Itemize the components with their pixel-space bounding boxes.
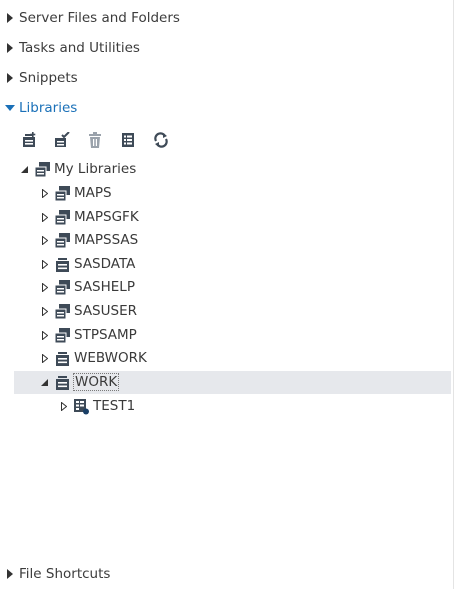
readonly-library-icon — [53, 278, 71, 296]
library-icon — [53, 349, 71, 367]
collapsed-triangle-icon[interactable] — [39, 347, 50, 369]
collapsed-triangle-icon[interactable] — [39, 182, 50, 204]
readonly-library-icon — [53, 231, 71, 249]
tree-item-library[interactable]: MAPSSAS — [39, 229, 138, 251]
expanded-triangle-icon[interactable] — [39, 371, 50, 393]
caret-right-icon — [0, 13, 19, 23]
section-label: Libraries — [19, 100, 78, 116]
tree-item-library[interactable]: SASDATA — [39, 253, 135, 275]
caret-down-icon — [0, 105, 19, 111]
tree-item-library[interactable]: WORK — [39, 371, 120, 393]
tree-item-label: MAPSGFK — [74, 209, 139, 225]
collapsed-triangle-icon[interactable] — [39, 324, 50, 346]
section-file-shortcuts[interactable]: File Shortcuts — [0, 559, 110, 589]
navigation-panel: Server Files and Folders Tasks and Utili… — [0, 0, 454, 589]
refresh-icon[interactable] — [151, 130, 171, 150]
library-properties-icon[interactable] — [52, 130, 72, 150]
tree-item-library[interactable]: STPSAMP — [39, 324, 137, 346]
section-label: File Shortcuts — [19, 566, 111, 582]
table-icon — [72, 397, 90, 415]
section-server-files[interactable]: Server Files and Folders — [0, 3, 180, 33]
section-snippets[interactable]: Snippets — [0, 63, 78, 93]
tree-item-library[interactable]: MAPS — [39, 182, 112, 204]
caret-right-icon — [0, 569, 19, 579]
section-tasks-utilities[interactable]: Tasks and Utilities — [0, 33, 140, 63]
collapsed-triangle-icon[interactable] — [39, 206, 50, 228]
new-library-icon[interactable] — [19, 130, 39, 150]
section-libraries[interactable]: Libraries — [0, 93, 77, 123]
libraries-toolbar — [19, 130, 184, 150]
readonly-library-icon — [53, 184, 71, 202]
tree-item-label: MAPSSAS — [74, 232, 139, 248]
tree-item-label: SASUSER — [74, 303, 137, 319]
collapsed-triangle-icon[interactable] — [39, 300, 50, 322]
tree-item-label: My Libraries — [54, 161, 137, 177]
tree-item-label: WEBWORK — [74, 350, 147, 366]
tree-item-label: SASHELP — [74, 279, 135, 295]
expanded-triangle-icon[interactable] — [19, 158, 30, 180]
view-columns-icon[interactable] — [118, 130, 138, 150]
readonly-library-icon — [53, 302, 71, 320]
section-label: Tasks and Utilities — [19, 40, 140, 56]
section-label: Snippets — [19, 70, 78, 86]
readonly-library-icon — [53, 208, 71, 226]
tree-item-library[interactable]: SASUSER — [39, 300, 137, 322]
delete-icon[interactable] — [85, 130, 105, 150]
section-label: Server Files and Folders — [19, 10, 180, 26]
collapsed-triangle-icon[interactable] — [39, 253, 50, 275]
library-icon — [53, 373, 71, 391]
libraries-icon — [33, 160, 51, 178]
tree-item-my-libraries[interactable]: My Libraries — [19, 158, 136, 180]
tree-item-label: STPSAMP — [74, 327, 137, 343]
collapsed-triangle-icon[interactable] — [39, 229, 50, 251]
tree-item-test1[interactable]: TEST1 — [58, 395, 135, 417]
collapsed-triangle-icon[interactable] — [39, 276, 50, 298]
tree-item-label: WORK — [72, 373, 120, 391]
tree-item-label: SASDATA — [74, 256, 136, 272]
tree-item-label: TEST1 — [93, 398, 136, 414]
tree-item-library[interactable]: SASHELP — [39, 276, 135, 298]
library-icon — [53, 255, 71, 273]
tree-item-library[interactable]: MAPSGFK — [39, 206, 139, 228]
readonly-library-icon — [53, 326, 71, 344]
tree-item-label: MAPS — [74, 185, 112, 201]
collapsed-triangle-icon[interactable] — [58, 395, 69, 417]
caret-right-icon — [0, 73, 19, 83]
tree-item-library[interactable]: WEBWORK — [39, 347, 147, 369]
caret-right-icon — [0, 43, 19, 53]
